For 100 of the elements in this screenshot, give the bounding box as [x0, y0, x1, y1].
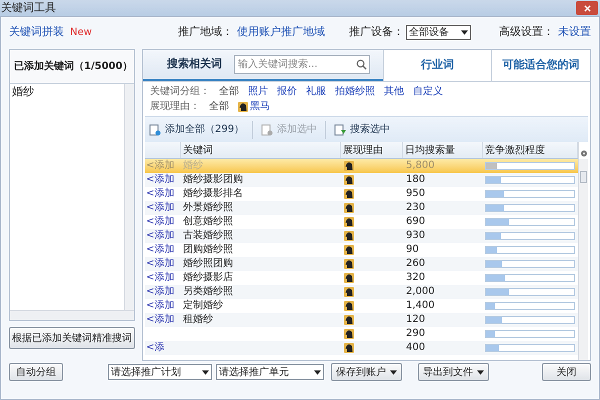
add-link[interactable]: <添加: [146, 174, 174, 186]
close-dialog-button[interactable]: 关闭: [542, 363, 591, 381]
filter-option[interactable]: 照片: [248, 85, 268, 98]
column-header[interactable]: 关键词: [181, 142, 341, 158]
horse-icon: [344, 287, 354, 297]
device-select[interactable]: 全部设备: [406, 24, 471, 40]
table-row[interactable]: <添加 租婚纱 120: [145, 313, 578, 327]
column-header[interactable]: 展现理由: [341, 142, 403, 158]
table-cell: 230: [406, 202, 426, 214]
new-label: New: [70, 26, 92, 40]
filter-option[interactable]: 拍婚纱照: [335, 85, 375, 98]
table-row[interactable]: <添加 婚纱摄影排名 950: [145, 187, 578, 201]
vertical-scrollbar[interactable]: [579, 159, 588, 360]
save-button[interactable]: 保存到账户: [331, 363, 402, 381]
region-label: 推广地域：: [178, 24, 233, 40]
horse-icon: [344, 259, 354, 269]
filter-option[interactable]: 报价: [277, 85, 297, 98]
caret-icon: [390, 370, 397, 374]
filter-option[interactable]: 礼服: [306, 85, 326, 98]
panel-title: 已添加关键词（1/5000）: [14, 60, 132, 74]
table-cell: 1,400: [406, 300, 435, 312]
plan-select[interactable]: 请选择推广计划: [108, 364, 212, 380]
tab[interactable]: 搜索相关词 输入关键词搜索...: [143, 50, 383, 81]
precise-search-button[interactable]: 根据已添加关键词精准搜词: [9, 327, 135, 349]
horse-icon: [344, 329, 354, 339]
table-cell: 婚纱摄影团购: [183, 174, 243, 186]
add-link[interactable]: <添加: [146, 230, 174, 242]
horizontal-scrollbar[interactable]: [10, 310, 134, 320]
auto-group-button[interactable]: 自动分组: [9, 363, 63, 381]
close-button[interactable]: [576, 1, 598, 15]
add-link[interactable]: <添加: [146, 300, 174, 312]
advanced-link[interactable]: 未设置: [558, 24, 591, 40]
document-plus-icon: [149, 124, 161, 136]
table-cell: 950: [406, 188, 426, 200]
table-cell: 5,800: [406, 160, 435, 172]
filter-option[interactable]: 自定义: [413, 85, 443, 98]
column-header[interactable]: 日均搜索量: [403, 142, 483, 158]
add-link[interactable]: <添加: [146, 202, 174, 214]
table-row[interactable]: <添加 团购婚纱照 90: [145, 243, 578, 257]
table-cell: 320: [406, 272, 426, 284]
keyword-item[interactable]: 婚纱: [10, 84, 124, 100]
table-cell: 定制婚纱: [183, 300, 223, 312]
device-label: 推广设备：: [349, 24, 404, 40]
horse-icon: [344, 343, 354, 353]
table-cell: 930: [406, 230, 426, 242]
filter-option[interactable]: 其他: [384, 85, 404, 98]
table-row[interactable]: <添加 创意婚纱照 690: [145, 215, 578, 229]
filter-label: 展现理由：: [150, 100, 200, 113]
table-cell: 外景婚纱照: [183, 202, 233, 214]
vertical-scrollbar[interactable]: [124, 84, 134, 310]
horse-icon: [344, 161, 354, 171]
horse-icon: [344, 189, 354, 199]
filter-option[interactable]: 全部: [219, 85, 239, 98]
table-cell: 婚纱摄影店: [183, 272, 233, 284]
table-row[interactable]: <添加 古装婚纱照 930: [145, 229, 578, 243]
horse-icon: [344, 203, 354, 213]
table-cell: 690: [406, 216, 426, 228]
search-field[interactable]: 输入关键词搜索...: [234, 55, 370, 74]
table-cell: 婚纱摄影排名: [183, 188, 243, 200]
filter-label: 关键词分组：: [150, 85, 210, 98]
close-icon: [584, 4, 590, 12]
window-title: 关键词工具: [0, 0, 56, 16]
caret-icon: [461, 30, 468, 34]
add-link[interactable]: <添加: [146, 314, 174, 326]
table-row[interactable]: <添加 婚纱摄影团购 180: [145, 173, 578, 187]
column-header[interactable]: 竞争激烈程度: [483, 142, 578, 158]
table-cell: 180: [406, 174, 426, 186]
filter-option[interactable]: 全部: [209, 100, 229, 113]
table-cell: 120: [406, 314, 426, 326]
table-cell: 90: [406, 244, 419, 256]
table-cell: 团购婚纱照: [183, 244, 233, 256]
table-row[interactable]: <添加 外景婚纱照 230: [145, 201, 578, 215]
table-cell: 婚纱: [183, 160, 203, 172]
filter-option[interactable]: 黑马: [238, 100, 270, 113]
add-link[interactable]: <添加: [146, 286, 174, 298]
region-link[interactable]: 使用账户推广地域: [237, 24, 325, 40]
table-cell: 260: [406, 258, 426, 270]
toolbar-button[interactable]: 添加全部（299）: [149, 122, 244, 137]
toolbar-button[interactable]: 搜索选中: [334, 122, 390, 137]
add-link[interactable]: <添加: [146, 258, 174, 270]
add-link[interactable]: <添加: [146, 188, 174, 200]
add-link[interactable]: <添: [146, 342, 164, 354]
add-link[interactable]: <添加: [146, 216, 174, 228]
caret-icon: [202, 370, 209, 374]
advanced-label: 高级设置：: [499, 24, 554, 40]
unit-select[interactable]: 请选择推广单元: [216, 364, 324, 380]
table-row[interactable]: <添加 婚纱照团购 260: [145, 257, 578, 271]
table-row[interactable]: <添加 定制婚纱 1,400: [145, 299, 578, 313]
table-cell: 古装婚纱照: [183, 230, 233, 242]
add-link[interactable]: <添加: [146, 272, 174, 284]
table-cell: 290: [406, 328, 426, 340]
link[interactable]: 关键词拼装: [9, 24, 64, 40]
caret-icon: [477, 370, 484, 374]
table-row[interactable]: <添加 婚纱摄影店 320: [145, 271, 578, 285]
caret-icon: [314, 370, 321, 374]
table-row[interactable]: <添 400: [145, 341, 578, 355]
add-link[interactable]: <添加: [146, 244, 174, 256]
horse-icon: [344, 273, 354, 283]
table-row[interactable]: <添加 另类婚纱照 2,000: [145, 285, 578, 299]
export-button[interactable]: 导出到文件: [418, 363, 489, 381]
